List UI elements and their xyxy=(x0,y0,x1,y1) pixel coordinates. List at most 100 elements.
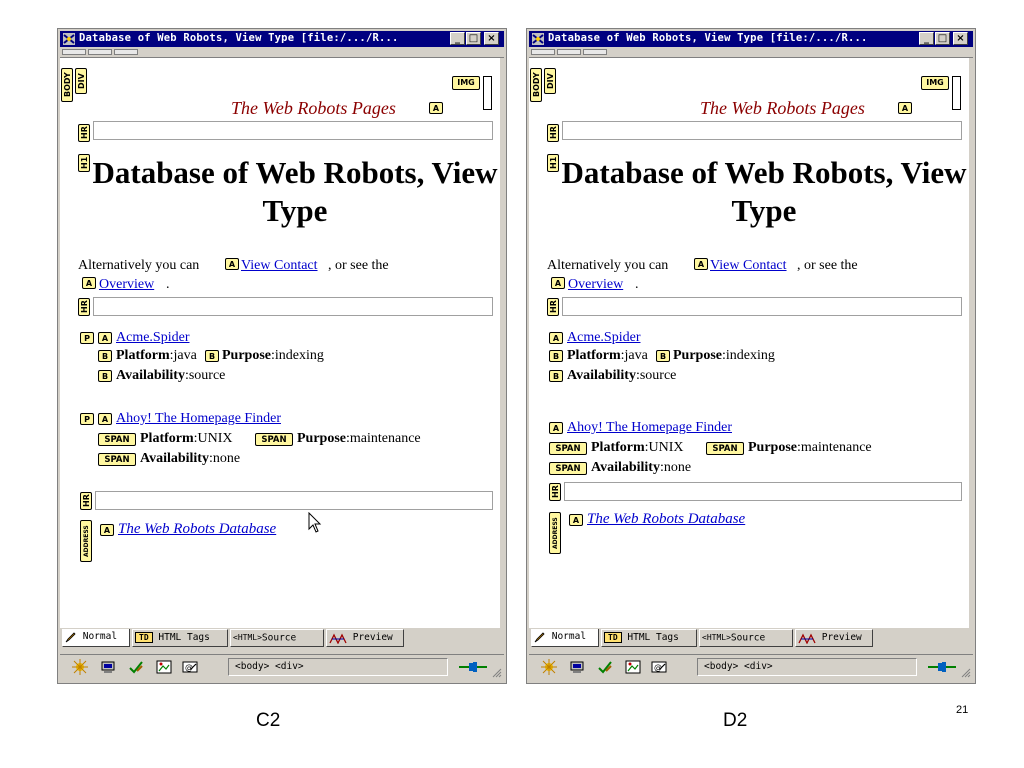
close-button[interactable]: × xyxy=(953,32,968,45)
tab-html-tags[interactable]: TD HTML Tags xyxy=(132,629,228,647)
tag-hr[interactable]: HR xyxy=(547,298,559,316)
check-pen-icon[interactable] xyxy=(128,659,144,675)
horizontal-rule[interactable] xyxy=(562,121,962,140)
tag-address[interactable]: ADDRESS xyxy=(80,520,92,562)
tag-a[interactable]: A xyxy=(98,413,112,425)
view-contact-link[interactable]: View Contact xyxy=(710,258,787,274)
plug-icon[interactable] xyxy=(458,660,488,674)
tag-hr[interactable]: HR xyxy=(549,483,561,501)
document-view[interactable]: BODY DIV IMG The Web Robots Pages A HR H… xyxy=(529,58,969,628)
banner-link[interactable]: The Web Robots Pages xyxy=(231,98,396,119)
tag-hr[interactable]: HR xyxy=(78,124,90,142)
tab-html-tags[interactable]: TD HTML Tags xyxy=(601,629,697,647)
address-link[interactable]: The Web Robots Database xyxy=(587,511,745,528)
document-view[interactable]: BODY DIV IMG The Web Robots Pages A HR H… xyxy=(60,58,500,628)
image-icon[interactable] xyxy=(156,659,172,675)
tag-path[interactable]: <body> <div> xyxy=(228,658,448,676)
sparkle-icon[interactable] xyxy=(72,659,88,675)
horizontal-rule[interactable] xyxy=(564,482,962,501)
tag-img[interactable]: IMG xyxy=(452,76,480,90)
tag-span[interactable]: SPAN xyxy=(549,462,587,475)
tag-b[interactable]: B xyxy=(656,350,670,362)
tag-a[interactable]: A xyxy=(694,258,708,270)
tab-preview[interactable]: Preview xyxy=(795,629,873,647)
overview-link[interactable]: Overview xyxy=(99,277,154,293)
image-placeholder[interactable] xyxy=(952,76,961,110)
link-icon[interactable]: @ xyxy=(651,659,667,675)
title-bar[interactable]: Database of Web Robots, View Type [file:… xyxy=(529,31,973,47)
toolbar-handle[interactable] xyxy=(114,49,138,55)
minimize-button[interactable]: _ xyxy=(450,32,465,45)
image-placeholder[interactable] xyxy=(483,76,492,110)
toolbar-handle[interactable] xyxy=(557,49,581,55)
tag-b[interactable]: B xyxy=(549,350,563,362)
tag-h1[interactable]: H1 xyxy=(78,154,90,172)
tag-span[interactable]: SPAN xyxy=(98,433,136,446)
tag-a[interactable]: A xyxy=(82,277,96,289)
monitor-icon[interactable] xyxy=(569,659,585,675)
tab-source[interactable]: <HTML>Source xyxy=(699,629,793,647)
tag-b[interactable]: B xyxy=(549,370,563,382)
toolbar-handle[interactable] xyxy=(583,49,607,55)
tag-body[interactable]: BODY xyxy=(530,68,542,102)
maximize-button[interactable]: □ xyxy=(935,32,950,45)
tag-img[interactable]: IMG xyxy=(921,76,949,90)
tag-a[interactable]: A xyxy=(429,102,443,114)
tag-span[interactable]: SPAN xyxy=(255,433,293,446)
tab-normal[interactable]: Normal xyxy=(531,629,599,647)
resize-grip-icon[interactable] xyxy=(492,668,502,678)
title-bar[interactable]: Database of Web Robots, View Type [file:… xyxy=(60,31,504,47)
horizontal-rule[interactable] xyxy=(95,491,493,510)
horizontal-rule[interactable] xyxy=(93,121,493,140)
tag-a[interactable]: A xyxy=(898,102,912,114)
tag-a[interactable]: A xyxy=(549,332,563,344)
banner-link[interactable]: The Web Robots Pages xyxy=(700,98,865,119)
tag-body[interactable]: BODY xyxy=(61,68,73,102)
monitor-icon[interactable] xyxy=(100,659,116,675)
tag-hr[interactable]: HR xyxy=(80,492,92,510)
check-pen-icon[interactable] xyxy=(597,659,613,675)
close-button[interactable]: × xyxy=(484,32,499,45)
maximize-button[interactable]: □ xyxy=(466,32,481,45)
tag-hr[interactable]: HR xyxy=(547,124,559,142)
plug-icon[interactable] xyxy=(927,660,957,674)
tag-span[interactable]: SPAN xyxy=(549,442,587,455)
view-contact-link[interactable]: View Contact xyxy=(241,258,318,274)
tag-a[interactable]: A xyxy=(98,332,112,344)
tag-p[interactable]: P xyxy=(80,332,94,344)
tag-b[interactable]: B xyxy=(205,350,219,362)
tag-a[interactable]: A xyxy=(569,514,583,526)
address-link[interactable]: The Web Robots Database xyxy=(118,521,276,538)
toolbar-handle[interactable] xyxy=(88,49,112,55)
tag-span[interactable]: SPAN xyxy=(98,453,136,466)
horizontal-rule[interactable] xyxy=(93,297,493,316)
tag-a[interactable]: A xyxy=(549,422,563,434)
tag-p[interactable]: P xyxy=(80,413,94,425)
tab-preview[interactable]: Preview xyxy=(326,629,404,647)
image-icon[interactable] xyxy=(625,659,641,675)
tag-b[interactable]: B xyxy=(98,350,112,362)
tag-b[interactable]: B xyxy=(98,370,112,382)
tag-path[interactable]: <body> <div> xyxy=(697,658,917,676)
robot-link-ahoy[interactable]: Ahoy! The Homepage Finder xyxy=(116,411,281,427)
robot-link-acme[interactable]: Acme.Spider xyxy=(567,330,640,346)
tag-span[interactable]: SPAN xyxy=(706,442,744,455)
resize-grip-icon[interactable] xyxy=(961,668,971,678)
tag-a[interactable]: A xyxy=(551,277,565,289)
robot-link-ahoy[interactable]: Ahoy! The Homepage Finder xyxy=(567,420,732,436)
tag-hr[interactable]: HR xyxy=(78,298,90,316)
link-icon[interactable]: @ xyxy=(182,659,198,675)
sparkle-icon[interactable] xyxy=(541,659,557,675)
tag-a[interactable]: A xyxy=(225,258,239,270)
tab-normal[interactable]: Normal xyxy=(62,629,130,647)
tag-a[interactable]: A xyxy=(100,524,114,536)
vertical-scrollbar[interactable] xyxy=(970,58,973,628)
tag-address[interactable]: ADDRESS xyxy=(549,512,561,554)
tag-h1[interactable]: H1 xyxy=(547,154,559,172)
horizontal-rule[interactable] xyxy=(562,297,962,316)
toolbar-handle[interactable] xyxy=(531,49,555,55)
tag-div[interactable]: DIV xyxy=(544,68,556,94)
tab-source[interactable]: <HTML>Source xyxy=(230,629,324,647)
minimize-button[interactable]: _ xyxy=(919,32,934,45)
tag-div[interactable]: DIV xyxy=(75,68,87,94)
